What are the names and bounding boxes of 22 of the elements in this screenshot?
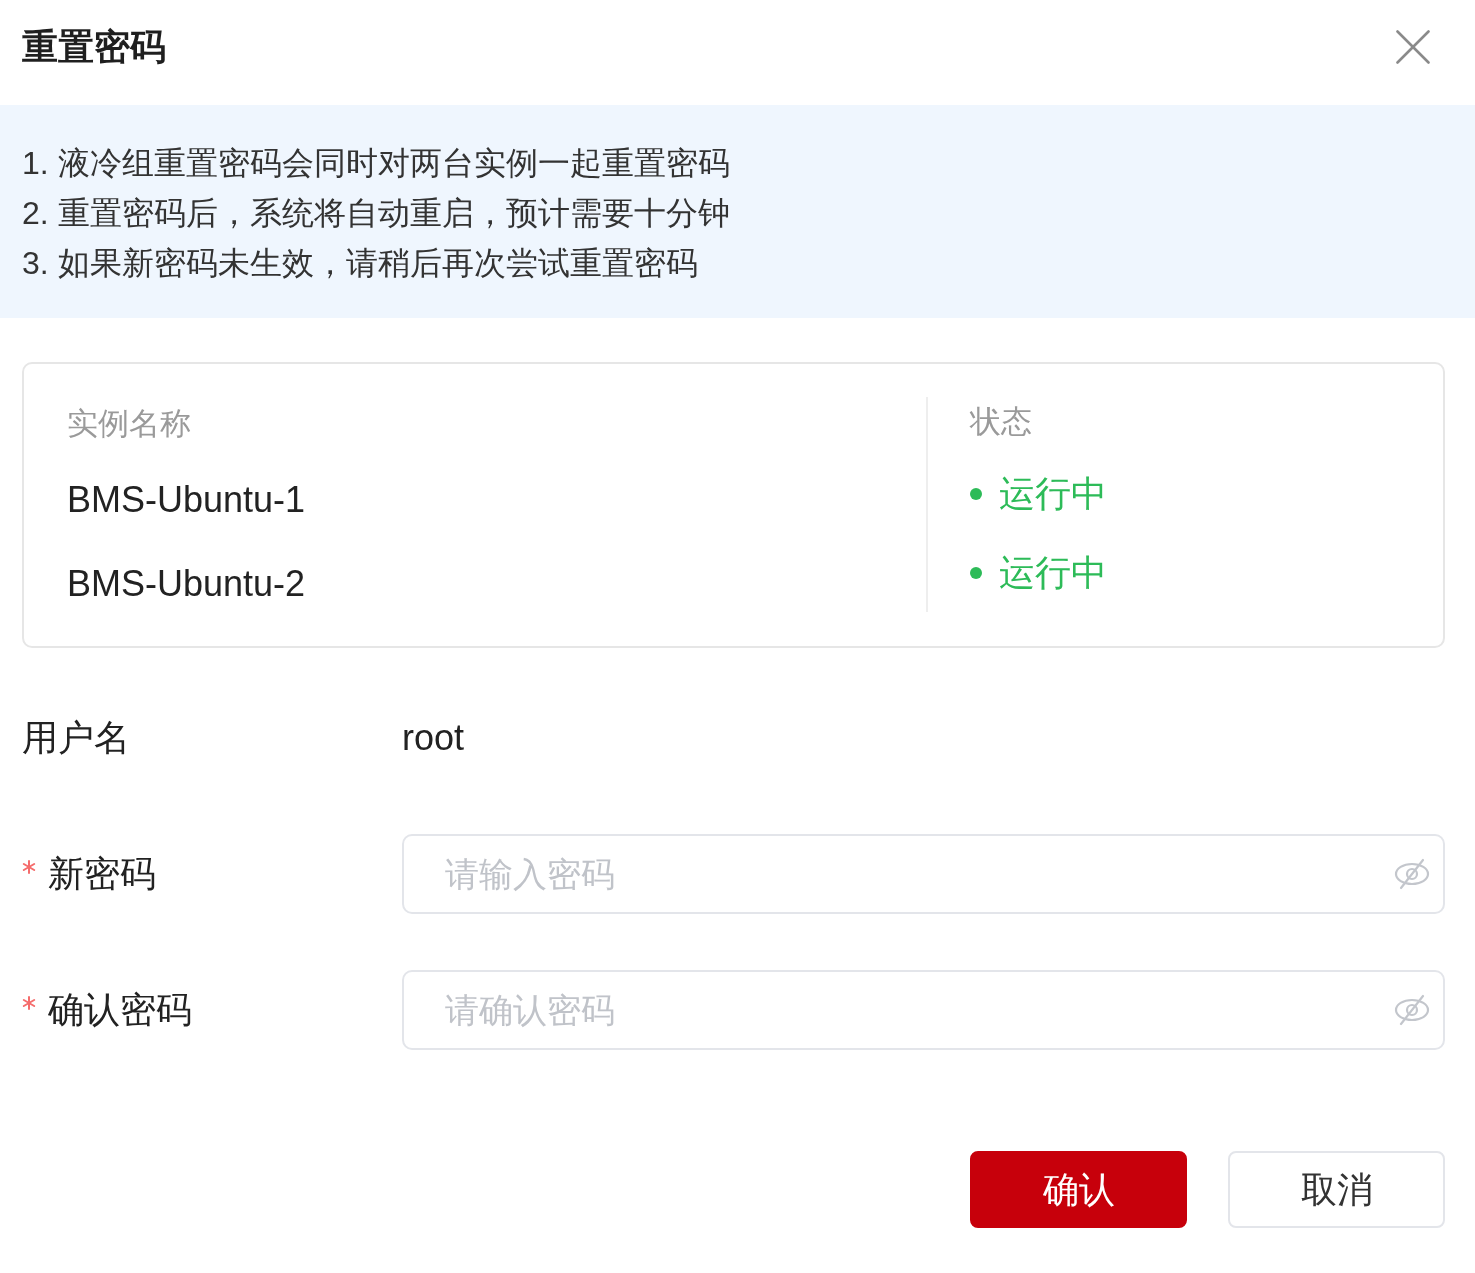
cancel-button[interactable]: 取消 [1228, 1151, 1445, 1228]
notice-line: 1. 液冷组重置密码会同时对两台实例一起重置密码 [22, 144, 730, 183]
field-label: 新密码 [48, 856, 156, 892]
column-header: 状态 [970, 402, 1032, 441]
field-label: 用户名 [22, 720, 130, 756]
notice-line: 3. 如果新密码未生效，请稍后再次尝试重置密码 [22, 244, 698, 283]
password-field[interactable]: 请确认密码 [402, 970, 1445, 1050]
table-cell-text: BMS-Ubuntu-1 [67, 478, 306, 522]
column-header: 实例名称 [67, 404, 191, 443]
notice-line: 2. 重置密码后，系统将自动重启，预计需要十分钟 [22, 194, 730, 233]
table-cell-text: BMS-Ubuntu-2 [67, 562, 306, 606]
status-text: 运行中 [999, 554, 1107, 591]
eye-off-icon[interactable] [1394, 858, 1430, 890]
dialog-title: 重置密码 [22, 28, 166, 65]
field-label: 确认密码 [48, 992, 192, 1028]
eye-off-icon[interactable] [1394, 994, 1430, 1026]
close-icon [1396, 29, 1430, 64]
close-button[interactable] [1396, 29, 1430, 64]
status-text: 运行中 [999, 475, 1107, 512]
confirm-button[interactable]: 确认 [970, 1151, 1187, 1228]
field-value: root [402, 720, 465, 756]
password-field[interactable]: 请输入密码 [402, 834, 1445, 914]
